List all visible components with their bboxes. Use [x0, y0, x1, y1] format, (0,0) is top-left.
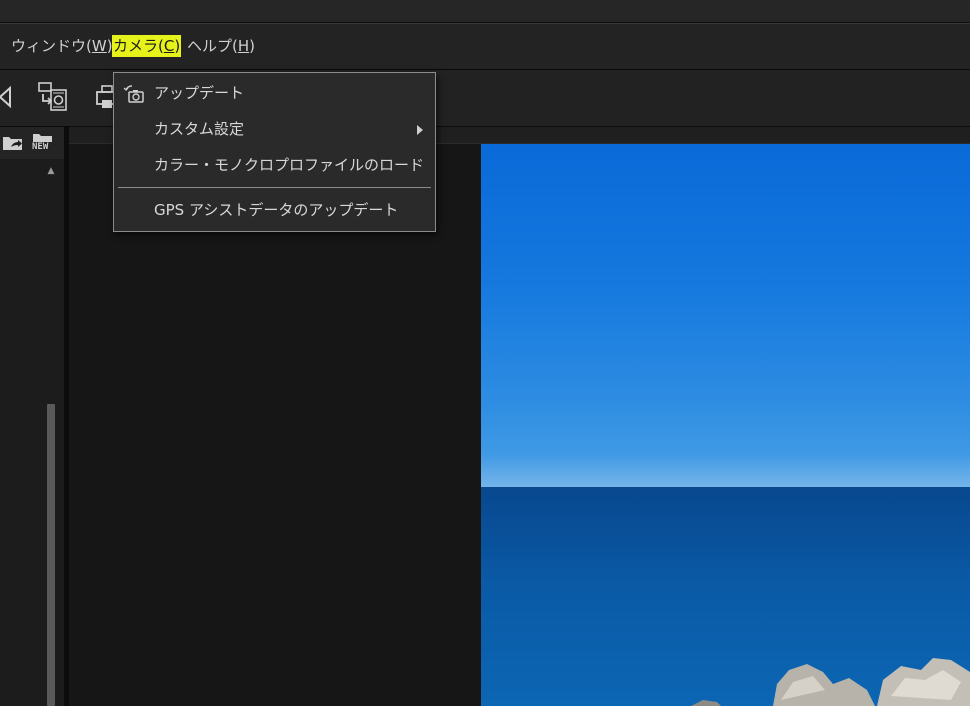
camera-update-icon: [123, 85, 144, 103]
menu-window-label: ウィンドウ(: [11, 37, 92, 55]
menu-help-close: ): [249, 37, 255, 55]
menu-help[interactable]: ヘルプ(H): [186, 35, 256, 57]
menu-item-gps-update-label: GPS アシストデータのアップデート: [154, 201, 399, 219]
scroll-thumb[interactable]: [47, 404, 55, 706]
menu-item-custom-settings[interactable]: カスタム設定: [114, 113, 435, 145]
photo-rocks: [691, 658, 970, 706]
rotate-icon[interactable]: [0, 80, 20, 114]
left-panel-scrollbar[interactable]: ▲: [45, 164, 57, 706]
left-panel-header: NEW: [0, 127, 64, 159]
menu-item-update[interactable]: アップデート: [114, 77, 435, 109]
menu-item-load-profile[interactable]: カラー・モノクロプロファイルのロード: [114, 149, 435, 181]
import-icon[interactable]: [36, 80, 70, 114]
menu-item-update-label: アップデート: [154, 84, 245, 102]
menu-item-load-profile-label: カラー・モノクロプロファイルのロード: [154, 156, 425, 174]
submenu-arrow-icon: [417, 125, 423, 135]
window-titlebar: [0, 0, 970, 23]
menu-camera[interactable]: カメラ(C): [112, 35, 182, 57]
folder-arrow-icon[interactable]: [2, 134, 24, 152]
new-badge: NEW: [32, 142, 49, 152]
menu-help-accel: H: [237, 37, 250, 55]
new-folder-icon[interactable]: NEW: [31, 132, 55, 154]
camera-menu-dropdown: アップデート カスタム設定 カラー・モノクロプロファイルのロード GPS アシス…: [113, 72, 436, 232]
menu-window[interactable]: ウィンドウ(W): [10, 35, 114, 57]
menu-window-accel: W: [91, 37, 107, 55]
menu-camera-label: カメラ(: [113, 37, 164, 55]
menu-camera-accel: C: [163, 37, 175, 55]
menu-item-gps-update[interactable]: GPS アシストデータのアップデート: [114, 194, 435, 226]
menu-item-custom-settings-label: カスタム設定: [154, 120, 245, 138]
menu-separator: [118, 187, 431, 188]
menu-bar: ウィンドウ(W) カメラ(C) ヘルプ(H): [0, 23, 970, 70]
menu-camera-close: ): [174, 37, 181, 55]
photo-preview[interactable]: [481, 144, 970, 706]
scroll-up-arrow-icon[interactable]: ▲: [45, 164, 57, 178]
menu-help-label: ヘルプ(: [187, 37, 238, 55]
